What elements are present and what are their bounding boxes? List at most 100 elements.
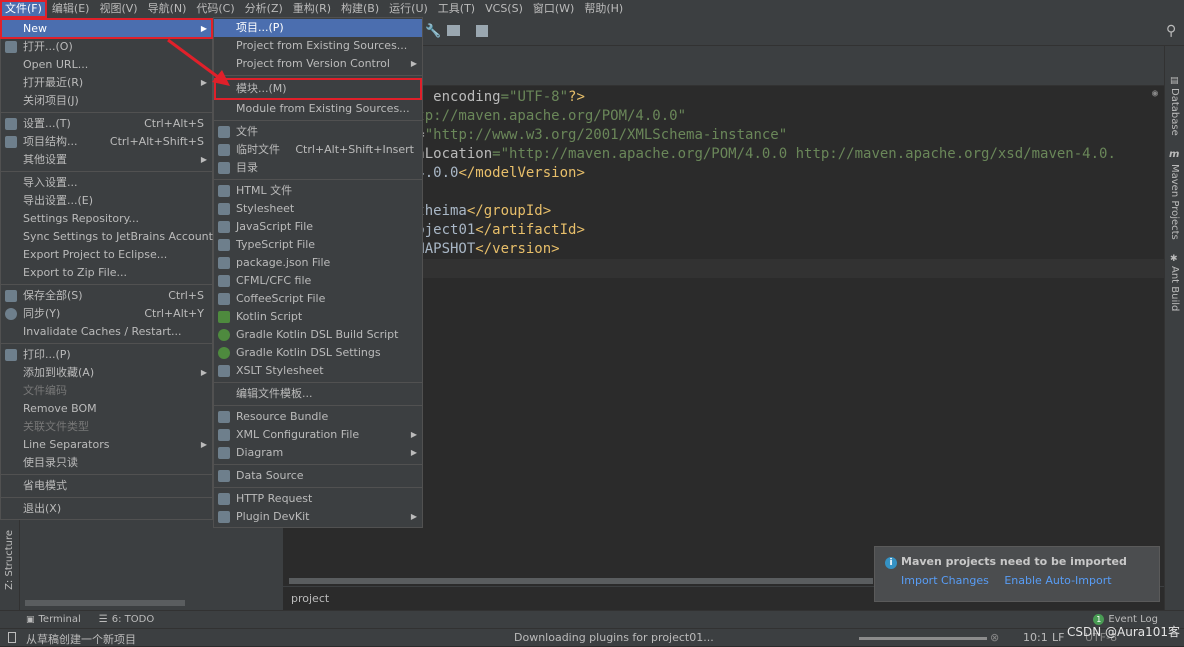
menu-0[interactable]: 文件(F): [0, 0, 47, 18]
menu-item[interactable]: Remove BOM: [1, 400, 212, 418]
menu-11[interactable]: 窗口(W): [528, 0, 579, 18]
menu-item[interactable]: Diagram ▶: [214, 444, 422, 462]
menu-item[interactable]: 模块...(M): [214, 78, 422, 100]
cancel-progress-icon[interactable]: ⊗: [990, 631, 999, 644]
menu-item[interactable]: 打开最近(R) ▶: [1, 74, 212, 92]
menu-item[interactable]: Plugin DevKit ▶: [214, 508, 422, 526]
menu-item-label: Data Source: [236, 469, 304, 482]
enable-auto-import-link[interactable]: Enable Auto-Import: [1004, 574, 1111, 587]
search-icon[interactable]: ⚲: [1166, 23, 1176, 39]
menu-item[interactable]: Settings Repository...: [1, 210, 212, 228]
menu-item[interactable]: Module from Existing Sources...: [214, 100, 422, 118]
code-token: encoding: [433, 89, 501, 105]
menu-7[interactable]: 构建(B): [336, 0, 384, 18]
menu-item[interactable]: New ▶: [1, 20, 212, 38]
menu-item[interactable]: 添加到收藏(A) ▶: [1, 364, 212, 382]
diagram-icon: [218, 447, 230, 459]
menu-item[interactable]: CFML/CFC file: [214, 272, 422, 290]
wrench-icon[interactable]: 🔧: [425, 24, 441, 39]
menu-item[interactable]: HTML 文件: [214, 182, 422, 200]
database-tool[interactable]: Database: [1169, 88, 1180, 136]
scrollbar[interactable]: [25, 600, 185, 606]
menu-item[interactable]: Line Separators ▶: [1, 436, 212, 454]
menu-item[interactable]: Gradle Kotlin DSL Settings: [214, 344, 422, 362]
progress-text[interactable]: Downloading plugins for project01...: [514, 631, 714, 644]
menu-separator: [214, 179, 422, 180]
menu-item[interactable]: 其他设置 ▶: [1, 151, 212, 169]
menu-4[interactable]: 代码(C): [191, 0, 239, 18]
menu-item[interactable]: package.json File: [214, 254, 422, 272]
menu-item[interactable]: Open URL...: [1, 56, 212, 74]
menu-item[interactable]: Stylesheet: [214, 200, 422, 218]
menu-item[interactable]: Invalidate Caches / Restart...: [1, 323, 212, 341]
menu-item[interactable]: 导入设置...: [1, 174, 212, 192]
import-changes-link[interactable]: Import Changes: [901, 574, 989, 587]
menu-item[interactable]: Data Source: [214, 467, 422, 485]
menu-10[interactable]: VCS(S): [480, 0, 528, 18]
gradle-icon: [218, 329, 230, 341]
menu-item[interactable]: 项目结构... Ctrl+Alt+Shift+S: [1, 133, 212, 151]
menu-item[interactable]: 项目...(P): [214, 19, 422, 37]
menu-item[interactable]: Export to Zip File...: [1, 264, 212, 282]
menu-item-label: Export Project to Eclipse...: [23, 248, 168, 261]
todo-tab[interactable]: 6: TODO: [112, 614, 154, 625]
line-separator[interactable]: LF: [1052, 631, 1064, 644]
ant-build-tool[interactable]: Ant Build: [1169, 266, 1180, 311]
menu-8[interactable]: 运行(U): [384, 0, 433, 18]
menu-item[interactable]: 导出设置...(E): [1, 192, 212, 210]
plugin-icon: [218, 511, 230, 523]
project-structure-icon[interactable]: [447, 25, 460, 36]
menu-item[interactable]: XSLT Stylesheet: [214, 362, 422, 380]
menu-9[interactable]: 工具(T): [433, 0, 480, 18]
menu-item[interactable]: 打印...(P): [1, 346, 212, 364]
menu-item[interactable]: 目录: [214, 159, 422, 177]
status-toggle-icon[interactable]: [8, 632, 16, 643]
menu-item[interactable]: 同步(Y) Ctrl+Alt+Y: [1, 305, 212, 323]
menu-item[interactable]: 使目录只读: [1, 454, 212, 472]
menu-item[interactable]: JavaScript File: [214, 218, 422, 236]
menu-item[interactable]: Export Project to Eclipse...: [1, 246, 212, 264]
menu-item-label: 设置...(T): [23, 117, 71, 130]
menu-item[interactable]: 关联文件类型: [1, 418, 212, 436]
menu-item[interactable]: HTTP Request: [214, 490, 422, 508]
menu-item[interactable]: Project from Existing Sources...: [214, 37, 422, 55]
menu-item[interactable]: 退出(X): [1, 500, 212, 518]
menu-item[interactable]: 设置...(T) Ctrl+Alt+S: [1, 115, 212, 133]
menu-item[interactable]: 临时文件 Ctrl+Alt+Shift+Insert: [214, 141, 422, 159]
scratch-file-icon: [218, 144, 230, 156]
menu-item[interactable]: Resource Bundle: [214, 408, 422, 426]
eye-icon[interactable]: ◉: [1152, 88, 1158, 99]
menu-item[interactable]: 关闭项目(J): [1, 92, 212, 110]
menu-item[interactable]: 保存全部(S) Ctrl+S: [1, 287, 212, 305]
menu-item-label: 关联文件类型: [23, 420, 89, 433]
menu-item[interactable]: TypeScript File: [214, 236, 422, 254]
menu-item-label: 打印...(P): [23, 348, 71, 361]
cursor-position[interactable]: 10:1: [1023, 631, 1048, 644]
terminal-tab[interactable]: Terminal: [39, 614, 81, 625]
menu-item[interactable]: 文件: [214, 123, 422, 141]
sdk-icon[interactable]: [476, 25, 488, 37]
menu-12[interactable]: 帮助(H): [579, 0, 628, 18]
horizontal-scrollbar[interactable]: [289, 578, 873, 584]
menu-item[interactable]: Project from Version Control ▶: [214, 55, 422, 73]
structure-tool[interactable]: Z: Structure: [4, 530, 15, 590]
menu-item[interactable]: Gradle Kotlin DSL Build Script: [214, 326, 422, 344]
menu-6[interactable]: 重构(R): [288, 0, 336, 18]
code-token: ?>: [568, 89, 585, 105]
menu-3[interactable]: 导航(N): [143, 0, 192, 18]
menu-item[interactable]: CoffeeScript File: [214, 290, 422, 308]
menu-item[interactable]: 文件编码: [1, 382, 212, 400]
file-icon: [218, 126, 230, 138]
menu-item-label: 项目...(P): [236, 21, 284, 34]
maven-projects-tool[interactable]: Maven Projects: [1169, 164, 1180, 240]
menu-item[interactable]: Kotlin Script: [214, 308, 422, 326]
menu-5[interactable]: 分析(Z): [240, 0, 288, 18]
menu-2[interactable]: 视图(V): [94, 0, 142, 18]
menu-item[interactable]: 打开...(O): [1, 38, 212, 56]
menu-item[interactable]: 编辑文件模板...: [214, 385, 422, 403]
menu-item[interactable]: 省电模式: [1, 477, 212, 495]
menu-item-label: CoffeeScript File: [236, 292, 326, 305]
menu-item[interactable]: Sync Settings to JetBrains Account...: [1, 228, 223, 246]
menu-item[interactable]: XML Configuration File ▶: [214, 426, 422, 444]
menu-1[interactable]: 编辑(E): [47, 0, 95, 18]
